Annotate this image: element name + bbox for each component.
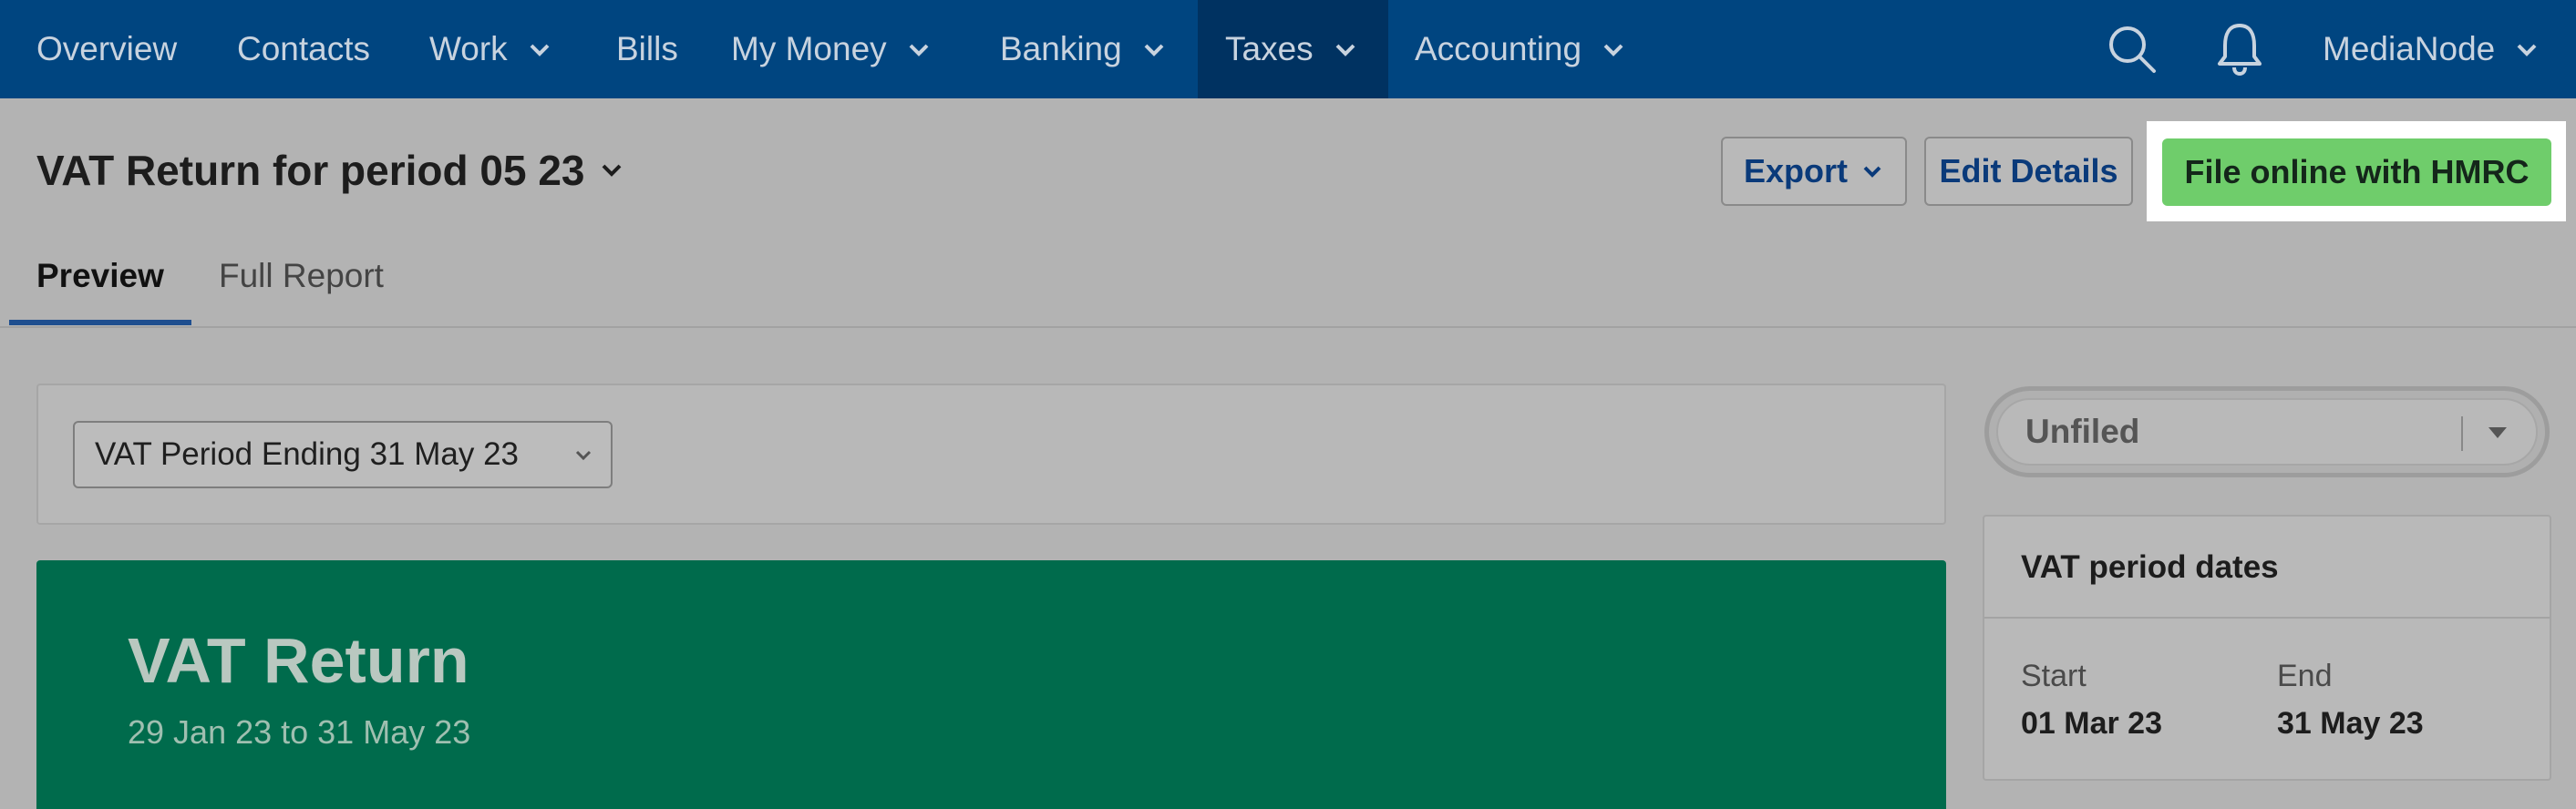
user-name: MediaNode bbox=[2323, 30, 2496, 67]
file-online-label: File online with HMRC bbox=[2184, 153, 2530, 190]
vat-return-header: VAT Return 29 Jan 23 to 31 May 23 bbox=[36, 560, 1946, 809]
active-tab-indicator bbox=[9, 320, 191, 325]
vat-period-value: VAT Period Ending 31 May 23 bbox=[95, 436, 519, 472]
nav-item-bills[interactable]: Bills bbox=[616, 0, 678, 98]
page-title[interactable]: VAT Return for period 05 23 bbox=[36, 146, 625, 195]
status-separator bbox=[2461, 416, 2463, 451]
status-value: Unfiled bbox=[2025, 413, 2140, 450]
tabs-divider bbox=[0, 326, 2576, 328]
start-date-value: 01 Mar 23 bbox=[2021, 706, 2162, 741]
vat-period-dates-title: VAT period dates bbox=[2021, 549, 2279, 585]
chevron-down-icon bbox=[909, 44, 929, 56]
status-field: Unfiled bbox=[1996, 398, 2538, 466]
tab-label: Full Report bbox=[219, 257, 384, 294]
nav-label: Accounting bbox=[1415, 30, 1582, 67]
tab-label: Preview bbox=[36, 257, 164, 294]
nav-item-overview[interactable]: Overview bbox=[36, 0, 177, 98]
vat-period-select[interactable]: VAT Period Ending 31 May 23 bbox=[73, 421, 613, 488]
bell-icon[interactable] bbox=[2210, 20, 2269, 78]
chevron-down-icon bbox=[2517, 44, 2537, 56]
nav-label: Banking bbox=[1000, 30, 1122, 67]
status-dropdown[interactable]: Unfiled bbox=[1984, 386, 2550, 477]
nav-label: Bills bbox=[616, 30, 678, 67]
top-navigation-bar: Overview Contacts Work Bills My Money Ba… bbox=[0, 0, 2576, 98]
page-title-text: VAT Return for period 05 23 bbox=[36, 147, 585, 194]
chevron-down-icon bbox=[1863, 166, 1881, 178]
nav-item-taxes[interactable]: Taxes bbox=[1198, 0, 1388, 98]
edit-details-label: Edit Details bbox=[1939, 152, 2118, 189]
chevron-down-icon bbox=[530, 44, 550, 56]
export-label: Export bbox=[1743, 152, 1848, 189]
vat-return-date-range: 29 Jan 23 to 31 May 23 bbox=[128, 713, 471, 751]
caret-down-icon bbox=[2488, 427, 2507, 438]
tab-preview[interactable]: Preview bbox=[36, 257, 164, 295]
file-online-hmrc-button[interactable]: File online with HMRC bbox=[2162, 138, 2551, 206]
nav-item-my-money[interactable]: My Money bbox=[731, 0, 933, 98]
card-divider bbox=[1984, 617, 2550, 619]
nav-label: Contacts bbox=[237, 30, 371, 67]
end-date-value: 31 May 23 bbox=[2277, 706, 2424, 741]
user-menu[interactable]: MediaNode bbox=[2323, 0, 2540, 98]
nav-item-banking[interactable]: Banking bbox=[1000, 0, 1168, 98]
start-date-label: Start bbox=[2021, 659, 2087, 693]
search-icon[interactable] bbox=[2103, 20, 2161, 78]
chevron-down-icon bbox=[1335, 44, 1355, 56]
nav-item-contacts[interactable]: Contacts bbox=[237, 0, 370, 98]
export-button[interactable]: Export bbox=[1721, 137, 1907, 206]
chevron-down-icon bbox=[602, 164, 621, 177]
tab-full-report[interactable]: Full Report bbox=[219, 257, 384, 295]
nav-label: Work bbox=[429, 30, 508, 67]
nav-item-accounting[interactable]: Accounting bbox=[1415, 0, 1627, 98]
end-date-label: End bbox=[2277, 659, 2333, 693]
edit-details-button[interactable]: Edit Details bbox=[1924, 137, 2133, 206]
chevron-down-icon bbox=[575, 450, 592, 461]
nav-label: Overview bbox=[36, 30, 178, 67]
chevron-down-icon bbox=[1144, 44, 1164, 56]
vat-period-dates-card: VAT period dates Start 01 Mar 23 End 31 … bbox=[1983, 515, 2551, 781]
nav-item-work[interactable]: Work bbox=[429, 0, 553, 98]
chevron-down-icon bbox=[1603, 44, 1623, 56]
vat-return-title: VAT Return bbox=[128, 625, 469, 696]
nav-label: My Money bbox=[731, 30, 887, 67]
nav-label: Taxes bbox=[1225, 30, 1314, 67]
